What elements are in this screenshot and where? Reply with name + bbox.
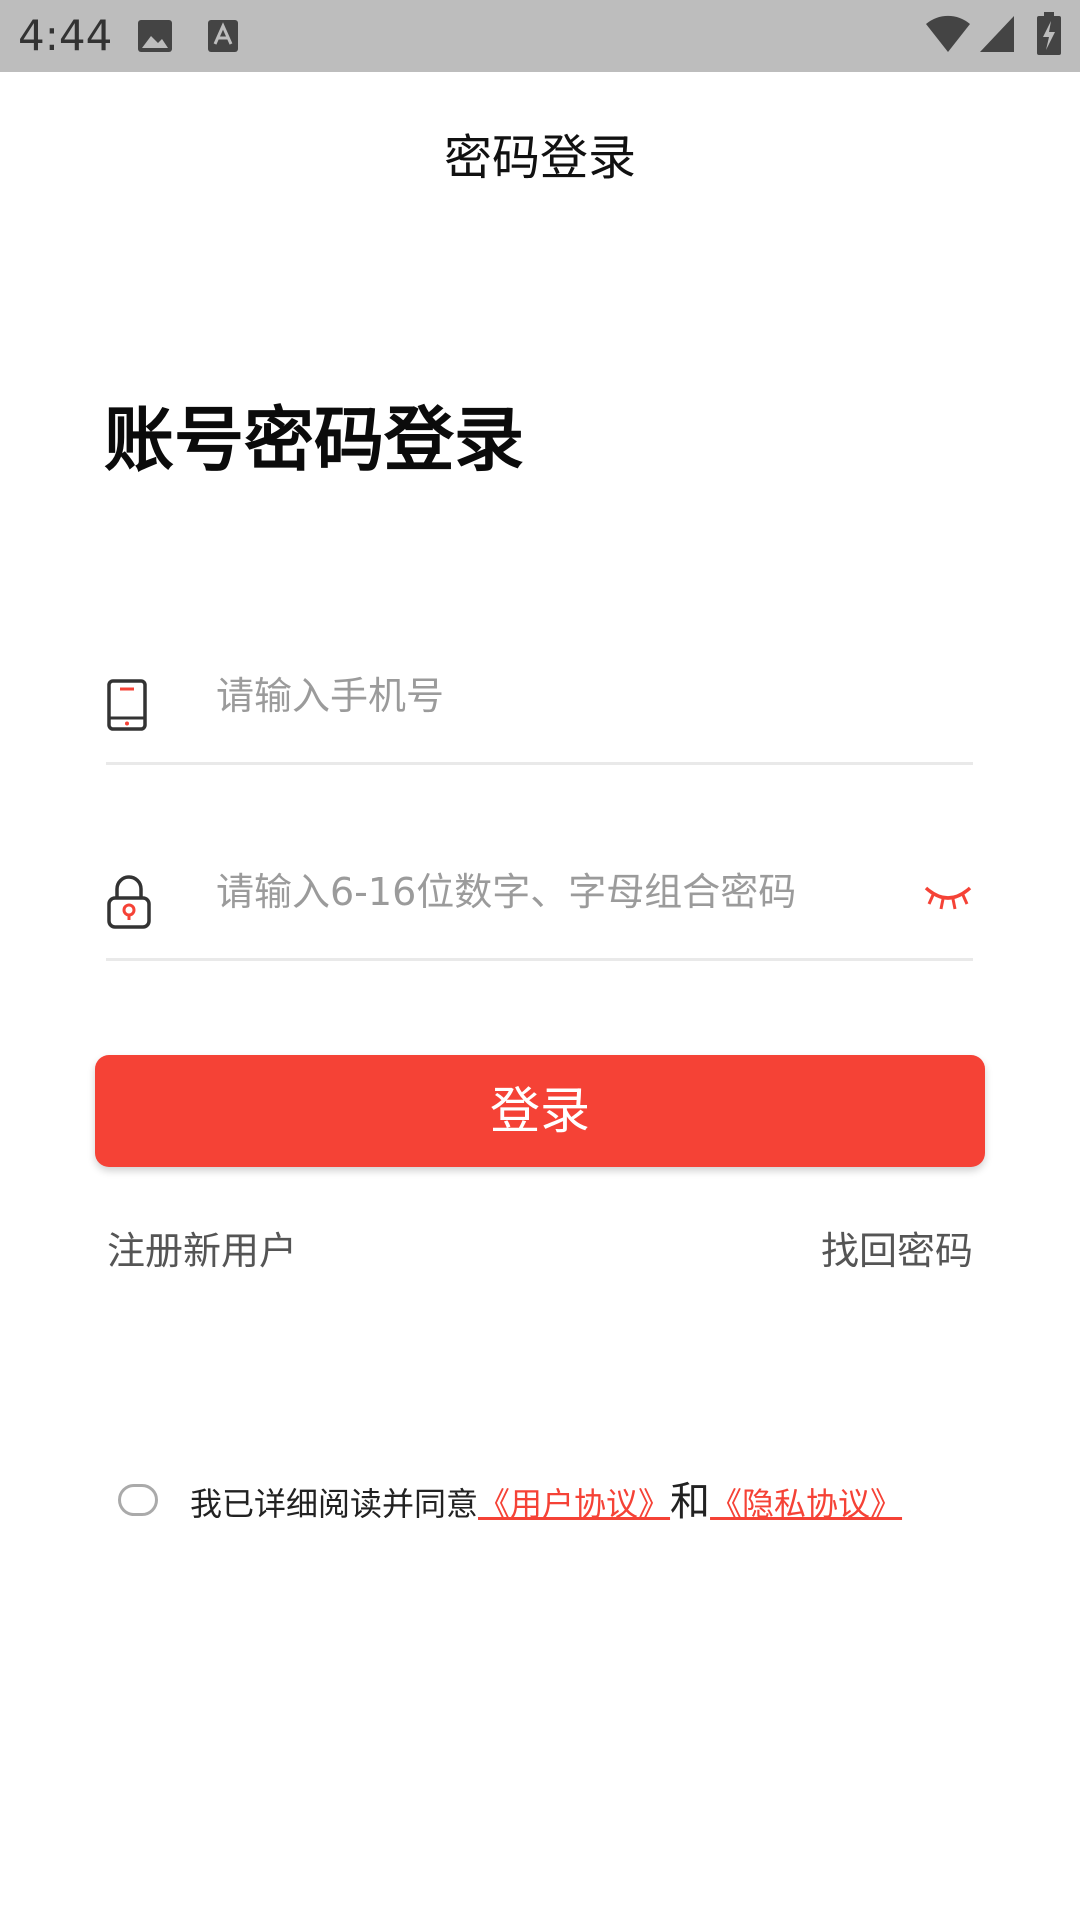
register-link[interactable]: 注册新用户 — [107, 1227, 297, 1275]
agreement: 我已详细阅读并同意《用户协议》和《隐私协议》 — [118, 1480, 998, 1540]
agreement-and: 和 — [670, 1479, 711, 1525]
status-bar: 4:44 — [0, 0, 1080, 72]
login-button[interactable]: 登录 — [95, 1055, 985, 1167]
status-time: 4:44 — [18, 11, 113, 60]
agreement-text: 我已详细阅读并同意《用户协议》和《隐私协议》 — [190, 1480, 902, 1526]
phone-icon — [106, 678, 158, 738]
user-agreement-link[interactable]: 《用户协议》 — [478, 1485, 670, 1523]
phone-row — [106, 652, 973, 765]
password-row — [106, 848, 973, 961]
battery-icon — [1036, 12, 1062, 55]
phone-input[interactable] — [216, 666, 836, 726]
lock-icon — [106, 874, 158, 934]
eye-closed-icon[interactable] — [923, 878, 973, 914]
privacy-agreement-link[interactable]: 《隐私协议》 — [710, 1485, 902, 1523]
page-title: 密码登录 — [443, 130, 636, 186]
image-icon — [136, 18, 174, 58]
keyboard-icon — [206, 18, 240, 58]
agreement-prefix: 我已详细阅读并同意 — [190, 1485, 479, 1523]
password-input[interactable] — [216, 862, 836, 922]
login-heading: 账号密码登录 — [104, 399, 524, 481]
wifi-icon — [924, 14, 972, 54]
forgot-password-link[interactable]: 找回密码 — [821, 1227, 973, 1275]
agreement-checkbox[interactable] — [118, 1484, 158, 1516]
signal-icon — [978, 14, 1016, 54]
header: 密码登录 — [0, 72, 1080, 242]
